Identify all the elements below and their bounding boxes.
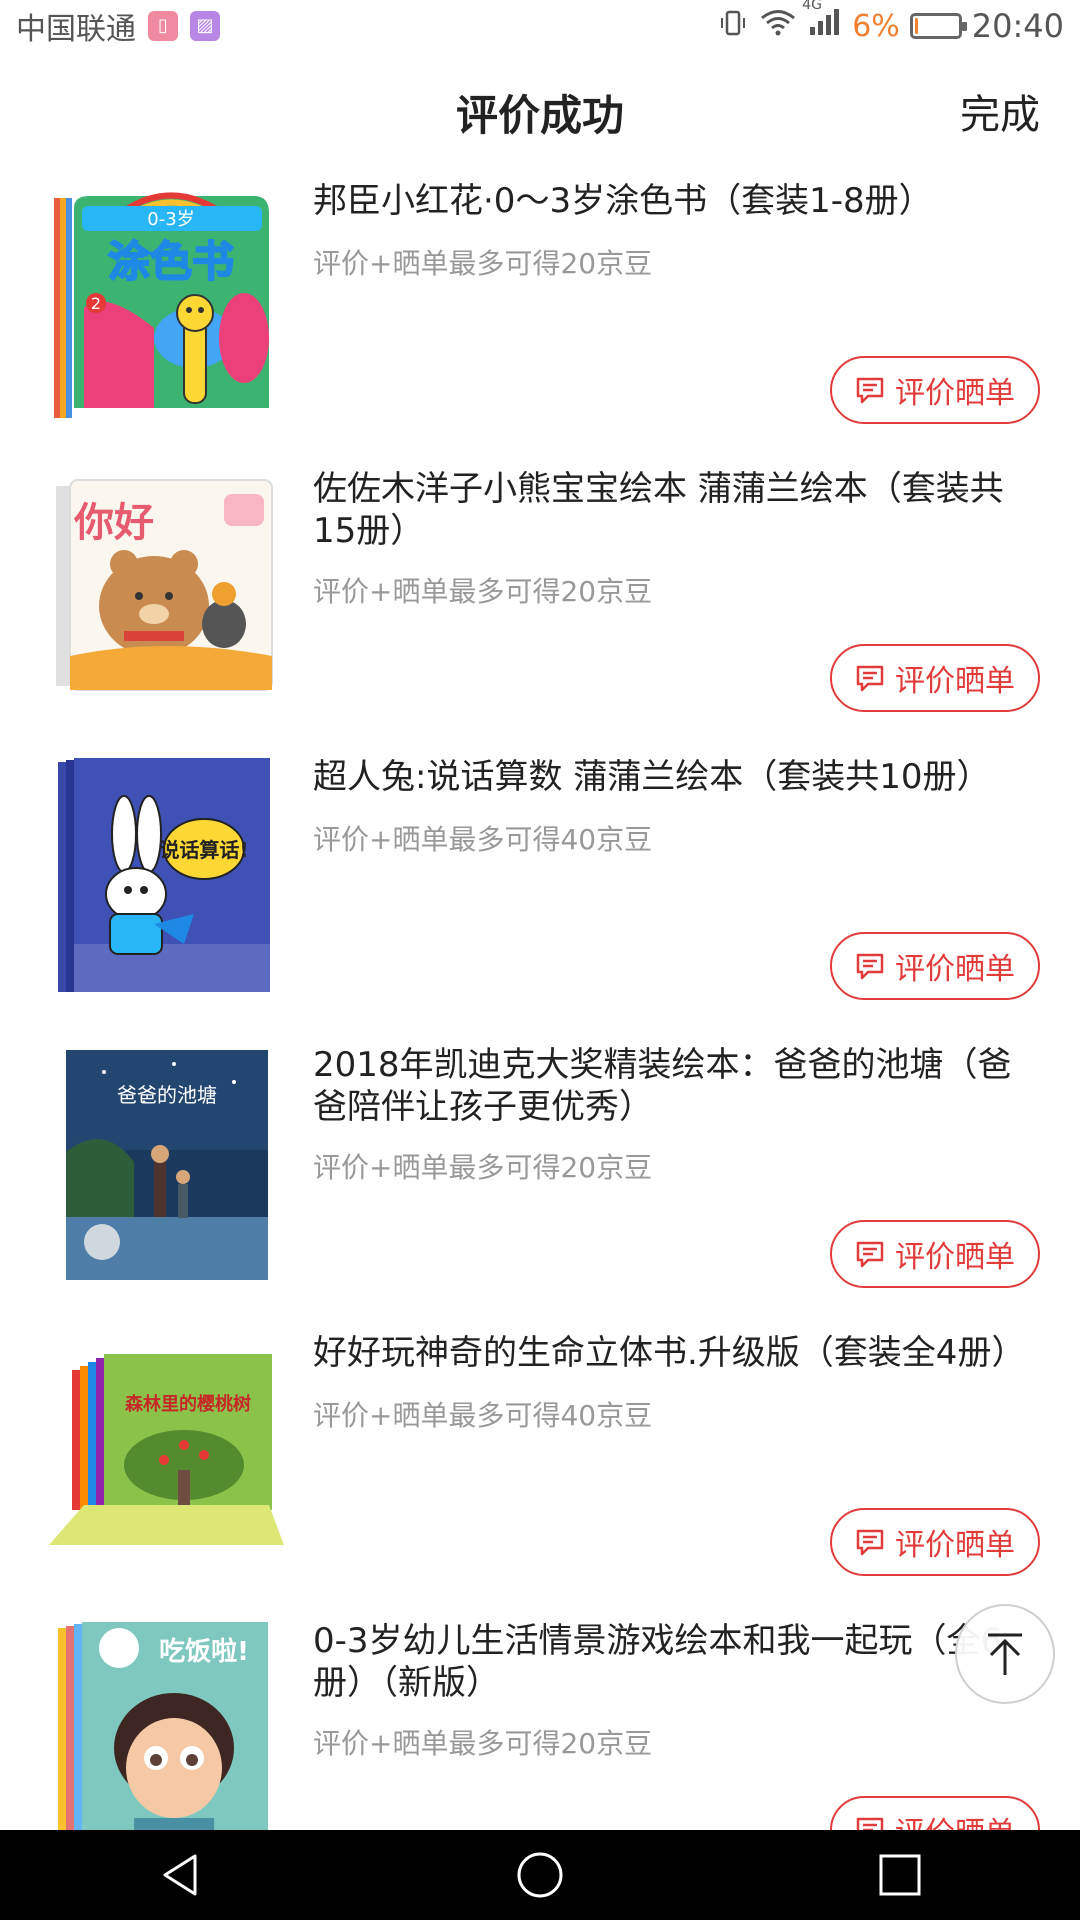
- review-button-label: 评价晒单: [895, 376, 1015, 411]
- home-circle-icon: [517, 1852, 563, 1898]
- reward-hint: 评价+晒单最多可得40京豆: [313, 1399, 653, 1432]
- cell-signal-icon: 4G: [802, 0, 842, 45]
- reward-hint: 评价+晒单最多可得40京豆: [313, 823, 653, 856]
- header: 评价成功 完成: [0, 52, 1080, 170]
- nav-recents-button[interactable]: [870, 1845, 930, 1905]
- product-image[interactable]: 爸爸的池塘: [44, 1042, 288, 1284]
- vibrate-icon: [718, 8, 748, 45]
- product-image[interactable]: 0-3岁 涂色书 2: [44, 178, 288, 420]
- cover-title: 涂色书: [108, 237, 234, 286]
- product-title[interactable]: 2018年凯迪克大奖精装绘本：爸爸的池塘（爸爸陪伴让孩子更优秀）: [313, 1044, 1040, 1128]
- cover-title: 你好: [73, 500, 154, 546]
- reward-hint: 评价+晒单最多可得20京豆: [313, 575, 653, 608]
- review-button[interactable]: 评价晒单: [830, 1508, 1040, 1576]
- list-item: 森林里的樱桃树 好好玩神奇的生命立体书.升级版（套装全4册） 评价+晒单最多可得…: [0, 1322, 1080, 1610]
- chat-bubble-icon: [856, 665, 884, 692]
- status-indicators: 4G 6% 20:40: [718, 0, 1064, 45]
- cover-title: 吃饭啦!: [159, 1636, 249, 1667]
- reward-hint: 评价+晒单最多可得20京豆: [313, 1151, 653, 1184]
- review-button[interactable]: 评价晒单: [830, 1220, 1040, 1288]
- status-bar: 中国联通 ▯ ▨ 4G 6% 20:40: [0, 0, 1080, 52]
- chat-bubble-icon: [856, 377, 884, 404]
- list-item: 吃饭啦! 0-3岁幼儿生活情景游戏绘本和我一起玩（全6册）（新版） 评价+晒单最…: [0, 1610, 1080, 1830]
- back-to-top-button[interactable]: [955, 1604, 1055, 1704]
- product-title[interactable]: 0-3岁幼儿生活情景游戏绘本和我一起玩（全6册）（新版）: [313, 1620, 1040, 1704]
- network-type: 4G: [802, 0, 822, 13]
- recent-square-icon: [879, 1854, 921, 1896]
- list-item: 你好 佐佐木洋子小熊宝宝绘本 蒲蒲兰绘本（套装共15册） 评价+晒单最多可得20…: [0, 458, 1080, 746]
- battery-level: [914, 18, 918, 34]
- carrier-name: 中国联通: [16, 12, 136, 47]
- review-button-label: 评价晒单: [895, 952, 1015, 987]
- cover-title: 爸爸的池塘: [117, 1083, 217, 1107]
- page-title: 评价成功: [455, 91, 624, 140]
- review-button-label: 评价晒单: [895, 664, 1015, 699]
- notification-gallery-icon: ▨: [190, 11, 220, 41]
- review-button[interactable]: 评价晒单: [830, 356, 1040, 424]
- system-nav-bar: [0, 1830, 1080, 1920]
- chat-bubble-icon: [856, 1529, 884, 1556]
- review-button[interactable]: 评价晒单: [830, 932, 1040, 1000]
- review-button-label: 评价晒单: [895, 1528, 1015, 1563]
- wifi-icon: [758, 7, 798, 45]
- product-image[interactable]: 你好: [44, 466, 288, 708]
- chat-bubble-icon: [856, 1817, 884, 1830]
- review-button[interactable]: 评价晒单: [830, 1796, 1040, 1830]
- review-button[interactable]: 评价晒单: [830, 644, 1040, 712]
- back-triangle-icon: [163, 1854, 197, 1896]
- list-item: 说话算话! 超人兔:说话算数 蒲蒲兰绘本（套装共10册） 评价+晒单最多可得40…: [0, 746, 1080, 1034]
- svg-text:2: 2: [91, 294, 101, 313]
- reward-hint: 评价+晒单最多可得20京豆: [313, 1727, 653, 1760]
- cover-title: 说话算话!: [159, 838, 248, 862]
- nav-home-button[interactable]: [510, 1845, 570, 1905]
- clock: 20:40: [971, 7, 1064, 45]
- list-item: 爸爸的池塘 2018年凯迪克大奖精装绘本：爸爸的池塘（爸爸陪伴让孩子更优秀） 评…: [0, 1034, 1080, 1322]
- notification-app-icon: ▯: [148, 11, 178, 41]
- chat-bubble-icon: [856, 953, 884, 980]
- product-image[interactable]: 森林里的樱桃树: [44, 1330, 288, 1572]
- battery-percent: 6%: [852, 8, 900, 44]
- done-button[interactable]: 完成: [960, 82, 1040, 140]
- product-image[interactable]: 吃饭啦!: [44, 1618, 288, 1830]
- list-item: 0-3岁 涂色书 2 邦臣小红花·0～3岁涂色书（套装1-8册） 评价+晒单最多…: [0, 170, 1080, 458]
- product-title[interactable]: 佐佐木洋子小熊宝宝绘本 蒲蒲兰绘本（套装共15册）: [313, 468, 1040, 552]
- nav-back-button[interactable]: [150, 1845, 210, 1905]
- cover-top-text: 0-3岁: [147, 209, 194, 230]
- review-button-label: 评价晒单: [895, 1808, 1015, 1830]
- reward-hint: 评价+晒单最多可得20京豆: [313, 247, 653, 280]
- review-button-label: 评价晒单: [895, 1240, 1015, 1275]
- battery-icon: [909, 13, 967, 39]
- chat-bubble-icon: [856, 1241, 884, 1268]
- product-image[interactable]: 说话算话!: [44, 754, 288, 996]
- product-title[interactable]: 好好玩神奇的生命立体书.升级版（套装全4册）: [313, 1332, 1040, 1374]
- product-list[interactable]: 0-3岁 涂色书 2 邦臣小红花·0～3岁涂色书（套装1-8册） 评价+晒单最多…: [0, 170, 1080, 1830]
- cover-title: 森林里的樱桃树: [125, 1393, 251, 1415]
- arrow-up-icon: [988, 1633, 1022, 1675]
- product-title[interactable]: 邦臣小红花·0～3岁涂色书（套装1-8册）: [313, 180, 1040, 222]
- product-title[interactable]: 超人兔:说话算数 蒲蒲兰绘本（套装共10册）: [313, 756, 1040, 798]
